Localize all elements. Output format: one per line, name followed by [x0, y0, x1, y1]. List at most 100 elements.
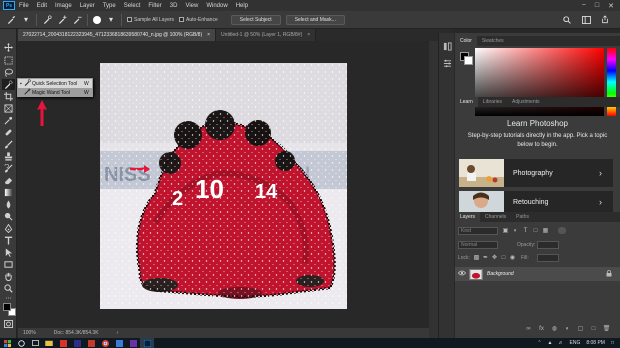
sample-all-layers-checkbox[interactable]: Sample All Layers: [127, 17, 174, 23]
zoom-level[interactable]: 100%: [23, 330, 36, 336]
workspace-icon[interactable]: [581, 15, 591, 25]
filter-toggle[interactable]: [558, 227, 566, 234]
flyout-item-quick-selection[interactable]: ▪ Quick Selection Tool W: [18, 79, 92, 88]
menu-view[interactable]: View: [185, 3, 198, 9]
share-icon[interactable]: [600, 15, 610, 25]
menu-help[interactable]: Help: [236, 3, 248, 9]
menu-layer[interactable]: Layer: [80, 3, 95, 9]
task-view-icon[interactable]: [28, 338, 42, 348]
filter-adjustment-icon[interactable]: ◐: [512, 227, 519, 234]
photoshop-taskbar-icon[interactable]: [140, 338, 154, 348]
flyout-item-magic-wand[interactable]: Magic Wand Tool W: [18, 88, 92, 97]
tab-libraries[interactable]: Libraries: [478, 97, 507, 107]
foreground-color-swatch[interactable]: [3, 303, 11, 311]
document-tab-photo[interactable]: 27022714_2004318122323945_47123368186395…: [18, 29, 217, 41]
vertical-scrollbar[interactable]: [429, 41, 438, 338]
document-tab-untitled[interactable]: Untitled-1 @ 50% (Layer 1, RGB/8#) ×: [216, 29, 317, 41]
gradient-tool-icon[interactable]: [2, 187, 15, 198]
frame-tool-icon[interactable]: [2, 103, 15, 114]
new-selection-icon[interactable]: [42, 15, 52, 25]
app-icon[interactable]: [70, 338, 84, 348]
tab-adjustments[interactable]: Adjustments: [507, 97, 545, 107]
add-mask-icon[interactable]: ◍: [551, 325, 558, 332]
lasso-tool-icon[interactable]: [2, 67, 15, 78]
notifications-icon[interactable]: □: [611, 340, 614, 346]
menu-select[interactable]: Select: [124, 3, 141, 9]
tray-up-arrow[interactable]: ⌃: [537, 340, 541, 346]
type-tool-icon[interactable]: [2, 235, 15, 246]
healing-brush-tool-icon[interactable]: [2, 127, 15, 138]
tab-learn[interactable]: Learn: [455, 97, 478, 107]
brush-size-icon[interactable]: [93, 15, 101, 24]
windows-start-icon[interactable]: [0, 338, 14, 348]
panel-background-swatch[interactable]: [464, 56, 473, 65]
clock[interactable]: 8:08 PM: [586, 340, 605, 346]
menu-type[interactable]: Type: [103, 3, 116, 9]
chrome-icon[interactable]: [98, 338, 112, 348]
history-panel-icon[interactable]: [442, 41, 452, 51]
hand-tool-icon[interactable]: [2, 271, 15, 282]
color-swatches[interactable]: [3, 303, 17, 317]
lock-pixels-icon[interactable]: ✒: [482, 254, 489, 261]
file-explorer-icon[interactable]: [42, 338, 56, 348]
delete-layer-icon[interactable]: 🗑: [603, 325, 611, 332]
tab-close-icon[interactable]: ×: [307, 32, 310, 38]
minimize-button[interactable]: −: [582, 2, 586, 10]
app-icon[interactable]: [84, 338, 98, 348]
rectangle-tool-icon[interactable]: [2, 259, 15, 270]
app-icon[interactable]: [56, 338, 70, 348]
layer-filter-kind[interactable]: Kind: [458, 227, 498, 235]
opacity-input[interactable]: [537, 241, 559, 249]
search-icon[interactable]: [14, 338, 28, 348]
tab-channels[interactable]: Channels: [480, 212, 511, 222]
menu-edit[interactable]: Edit: [37, 3, 47, 9]
menu-image[interactable]: Image: [55, 3, 72, 9]
tab-layers[interactable]: Layers: [455, 212, 481, 222]
select-and-mask-button[interactable]: Select and Mask...: [285, 14, 345, 25]
clone-stamp-tool-icon[interactable]: [2, 151, 15, 162]
filter-type-icon[interactable]: T: [522, 227, 529, 234]
lock-artboard-icon[interactable]: □: [500, 254, 507, 261]
close-window-button[interactable]: ✕: [608, 2, 614, 10]
brush-dropdown-chevron-icon[interactable]: ▾: [106, 15, 116, 25]
filter-pixel-icon[interactable]: ▣: [502, 227, 509, 234]
eraser-tool-icon[interactable]: [2, 175, 15, 186]
lock-position-icon[interactable]: ✥: [491, 254, 498, 261]
app-icon[interactable]: [112, 338, 126, 348]
crop-tool-icon[interactable]: [2, 91, 15, 102]
tab-paths[interactable]: Paths: [511, 212, 534, 222]
checkbox-box[interactable]: [127, 17, 132, 22]
menu-window[interactable]: Window: [206, 3, 227, 9]
dropdown-chevron-icon[interactable]: ▾: [21, 15, 31, 25]
volume-icon[interactable]: ♬: [559, 340, 564, 346]
quick-selection-tool-icon[interactable]: [2, 79, 15, 90]
layer-style-icon[interactable]: fx: [538, 325, 545, 332]
tab-color[interactable]: Color: [455, 36, 477, 46]
brush-tool-icon[interactable]: [2, 139, 15, 150]
fill-input[interactable]: [537, 254, 559, 262]
new-layer-icon[interactable]: □: [590, 325, 597, 332]
link-layers-icon[interactable]: ∞: [525, 325, 532, 332]
properties-panel-icon[interactable]: [442, 58, 452, 68]
new-group-icon[interactable]: ▢: [577, 325, 584, 332]
blur-tool-icon[interactable]: [2, 199, 15, 210]
checkbox-box[interactable]: [179, 17, 185, 22]
add-to-selection-icon[interactable]: [57, 15, 67, 25]
tab-swatches[interactable]: Swatches: [477, 36, 509, 46]
filter-smart-object-icon[interactable]: ▦: [542, 227, 549, 234]
menu-file[interactable]: File: [19, 3, 29, 9]
marquee-tool-icon[interactable]: [2, 55, 15, 66]
maximize-button[interactable]: □: [595, 2, 599, 10]
auto-enhance-checkbox[interactable]: Auto-Enhance: [179, 17, 218, 23]
path-selection-tool-icon[interactable]: [2, 247, 15, 258]
language-indicator[interactable]: ENG: [570, 340, 581, 346]
select-subject-button[interactable]: Select Subject: [230, 14, 281, 25]
menu-3d[interactable]: 3D: [170, 3, 178, 9]
adjustment-layer-icon[interactable]: ◐: [564, 325, 571, 332]
tool-preset-icon[interactable]: [6, 15, 16, 25]
tutorial-card-photography[interactable]: Photography ›: [459, 159, 613, 187]
tutorial-card-retouching[interactable]: Retouching ›: [459, 191, 613, 213]
tab-close-icon[interactable]: ×: [207, 32, 210, 38]
document-photo[interactable]: NISS AN 2 10 14: [100, 63, 347, 309]
subtract-from-selection-icon[interactable]: [72, 15, 82, 25]
